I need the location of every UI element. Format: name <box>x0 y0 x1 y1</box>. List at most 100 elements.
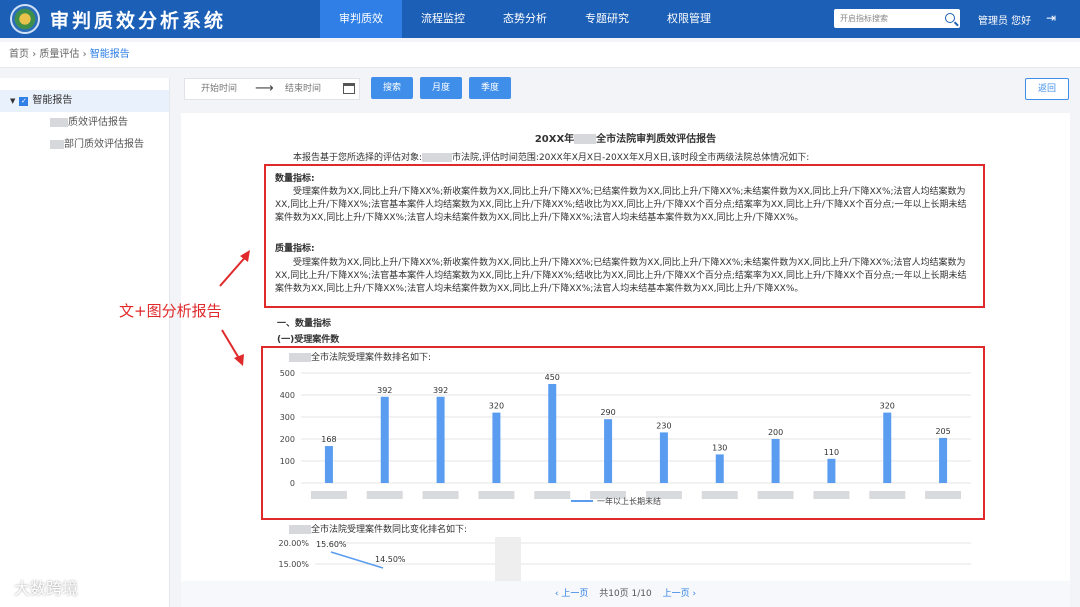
sidebar: ▼ ✓ 智能报告 质效评估报告 部门质效评估报告 <box>0 78 170 607</box>
search-placeholder: 开启指标搜索 <box>840 14 888 23</box>
y-tick-label: 500 <box>280 369 295 378</box>
nav-item-quality[interactable]: 审判质效 <box>320 0 402 38</box>
quarter-button[interactable]: 季度 <box>469 77 511 99</box>
bar <box>548 384 557 483</box>
search-input[interactable]: 开启指标搜索 <box>834 9 960 28</box>
data-label: 200 <box>768 428 783 437</box>
search-button[interactable]: 搜索 <box>371 77 413 99</box>
watermark: 大数跨境 <box>14 579 79 598</box>
x-tick-label-redacted <box>422 491 459 499</box>
annotation-label: 文+图分析报告 <box>119 302 222 320</box>
data-label: 15.60% <box>316 540 347 549</box>
date-range-picker[interactable]: 开始时间 ⟶ 结束时间 <box>184 78 360 100</box>
bar <box>827 458 836 483</box>
nav-item-research[interactable]: 专题研究 <box>566 0 648 38</box>
top-bar: 审判质效分析系统 审判质效 流程监控 态势分析 专题研究 权限管理 开启指标搜索… <box>0 0 1080 38</box>
data-label: 14.50% <box>375 555 406 564</box>
data-label: 110 <box>824 448 839 457</box>
x-tick-label-redacted <box>366 491 403 499</box>
x-tick-label-redacted <box>925 491 962 499</box>
bar <box>324 446 333 483</box>
end-time-field[interactable]: 结束时间 <box>285 79 321 99</box>
bar <box>715 454 724 483</box>
bar <box>659 432 668 483</box>
bar <box>771 439 780 483</box>
quantity-heading: 数量指标: <box>275 174 315 184</box>
y-tick-label: 300 <box>280 413 295 422</box>
tree-node-smart-report[interactable]: ▼ ✓ 智能报告 <box>0 90 169 112</box>
x-tick-label-redacted <box>310 491 347 499</box>
data-label: 450 <box>545 373 560 382</box>
x-tick-label-redacted <box>478 491 515 499</box>
data-label: 320 <box>489 402 504 411</box>
main-content: 开始时间 ⟶ 结束时间 搜索 月度 季度 返回 20XX年 全市法院审判质效评估报… <box>172 68 1080 607</box>
prev-page-link[interactable]: ‹ 上一页 <box>555 589 588 599</box>
tree-item-label: 质效评估报告 <box>68 117 128 128</box>
yoy-change-line-chart: 20.00% 15.00% 15.60% 14.50% <box>278 537 971 583</box>
chart1-caption: 全市法院受理案件数排名如下: <box>289 350 431 363</box>
app-title: 审判质效分析系统 <box>50 9 227 32</box>
page-info: 共10页 1/10 <box>599 589 652 599</box>
pagination: ‹ 上一页 共10页 1/10 上一页 › <box>181 581 1070 607</box>
tree-root-label: 智能报告 <box>32 95 73 106</box>
data-label: 130 <box>712 443 727 452</box>
x-tick-label-redacted <box>534 491 571 499</box>
quantity-paragraph: 受理案件数为XX,同比上升/下降XX%;新收案件数为XX,同比上升/下降XX%;… <box>275 187 967 223</box>
data-label: 230 <box>656 421 671 430</box>
breadcrumb-separator: › <box>82 49 87 60</box>
y-tick-label: 400 <box>280 391 295 400</box>
chart1-caption-text: 全市法院受理案件数排名如下: <box>311 353 432 363</box>
y-tick-label: 100 <box>280 457 295 466</box>
accepted-cases-bar-chart: 0 100 200 300 400 500 168 392 392 320 450 290 230 130… <box>280 369 971 506</box>
search-icon[interactable] <box>945 13 955 23</box>
section-accepted-cases-title: (一)受理案件数 <box>277 335 340 345</box>
breadcrumb-quality[interactable]: 质量评估 <box>39 49 79 60</box>
data-label: 290 <box>600 408 615 417</box>
user-greeting[interactable]: 管理员 您好 <box>978 12 1031 27</box>
caret-down-icon[interactable]: ▼ <box>10 97 15 105</box>
nav-item-permission[interactable]: 权限管理 <box>648 0 730 38</box>
tree-item-label: 部门质效评估报告 <box>64 139 144 150</box>
y-tick-label: 15.00% <box>278 560 309 569</box>
redacted-block <box>50 117 68 127</box>
quality-paragraph: 受理案件数为XX,同比上升/下降XX%;新收案件数为XX,同比上升/下降XX%;… <box>275 258 967 294</box>
intro-text-a: 本报告基于您所选择的评估对象: <box>293 153 423 163</box>
report-panel: 20XX年 全市法院审判质效评估报告 本报告基于您所选择的评估对象: 市法院,评估时… <box>181 113 1070 607</box>
bar <box>380 396 389 483</box>
court-emblem-icon <box>10 4 40 34</box>
breadcrumb-home[interactable]: 首页 <box>9 49 29 60</box>
bar <box>436 396 445 483</box>
arrow-down-head <box>234 354 244 366</box>
section-quantity-title: 一、数量指标 <box>277 319 332 329</box>
data-label: 320 <box>880 402 895 411</box>
month-button[interactable]: 月度 <box>420 77 462 99</box>
logout-icon[interactable]: ⇥ <box>1046 11 1056 25</box>
data-label: 205 <box>935 427 950 436</box>
highlight-band <box>495 537 521 583</box>
next-page-link[interactable]: 上一页 › <box>663 589 696 599</box>
bar <box>883 412 892 483</box>
title-suffix: 全市法院审判质效评估报告 <box>596 134 717 145</box>
nav-item-process[interactable]: 流程监控 <box>402 0 484 38</box>
arrow-right-icon: ⟶ <box>255 81 274 96</box>
redacted-block <box>289 353 311 362</box>
bar <box>939 437 948 483</box>
redacted-block <box>422 153 453 162</box>
calendar-icon[interactable] <box>343 83 355 94</box>
breadcrumb: 首页 › 质量评估 › 智能报告 <box>0 42 1080 68</box>
tree-item-quality-report[interactable]: 质效评估报告 <box>0 112 169 134</box>
back-button[interactable]: 返回 <box>1025 78 1069 100</box>
nav-item-trend[interactable]: 态势分析 <box>484 0 566 38</box>
breadcrumb-separator: › <box>32 49 37 60</box>
y-tick-label: 20.00% <box>278 539 309 548</box>
bar <box>604 419 613 483</box>
x-tick-label-redacted <box>757 491 794 499</box>
report-title: 20XX年 全市法院审判质效评估报告 <box>181 130 1070 145</box>
data-label: 392 <box>433 386 448 395</box>
tree-item-dept-report[interactable]: 部门质效评估报告 <box>0 134 169 156</box>
arrow-down-line <box>221 329 241 361</box>
checkbox-icon[interactable]: ✓ <box>19 97 29 106</box>
start-time-field[interactable]: 开始时间 <box>201 79 237 99</box>
redacted-block <box>50 139 64 149</box>
x-tick-label-redacted <box>869 491 906 499</box>
